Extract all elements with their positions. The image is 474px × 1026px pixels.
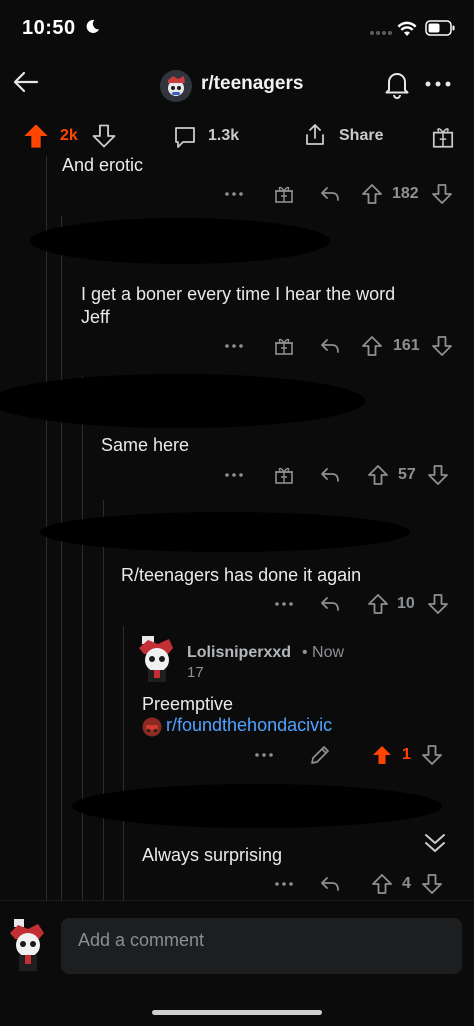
more-options-icon[interactable] <box>272 872 296 896</box>
header: r/teenagers <box>0 56 474 112</box>
comment-score: 10 <box>397 595 415 612</box>
thread-line <box>123 626 124 900</box>
comment-text: Same here <box>101 435 190 455</box>
redacted-user-header <box>40 512 410 552</box>
post-comment-count[interactable]: 1.3k <box>208 127 239 145</box>
comment-text-line-2: Jeff <box>81 307 110 327</box>
user-flair: 17 <box>187 664 204 681</box>
more-options-icon[interactable] <box>425 80 451 88</box>
award-gift-icon[interactable] <box>272 463 296 487</box>
comment-text: Always surprising <box>142 845 283 865</box>
thread-line <box>61 216 62 900</box>
subreddit-title[interactable]: r/teenagers <box>201 73 303 95</box>
reply-icon[interactable] <box>318 592 342 616</box>
comment-timestamp: • Now <box>302 644 345 661</box>
comment-username[interactable]: Lolisniperxxd <box>187 644 291 662</box>
battery-icon <box>425 20 455 36</box>
status-bar: 10:50 <box>0 0 474 56</box>
wifi-icon <box>397 21 417 36</box>
upvote-filled-icon[interactable] <box>370 743 394 767</box>
comment-text: And erotic <box>62 156 144 175</box>
edit-pencil-icon[interactable] <box>308 743 332 767</box>
cellular-signal-icon <box>370 31 392 35</box>
comment-text-line-1: I get a boner every time I hear the word <box>81 284 396 304</box>
upvote-icon[interactable] <box>370 872 394 896</box>
award-gift-icon[interactable] <box>272 334 296 358</box>
bell-icon[interactable] <box>381 68 413 100</box>
comment-composer: Add a comment <box>0 900 474 990</box>
upvote-icon[interactable] <box>366 463 390 487</box>
post-action-bar: 2k 1.3k Share <box>0 116 474 156</box>
more-options-icon[interactable] <box>222 182 246 206</box>
reply-icon[interactable] <box>318 463 342 487</box>
collapse-thread-icon[interactable] <box>420 828 450 858</box>
more-options-icon[interactable] <box>252 743 276 767</box>
comment-bubble-icon[interactable] <box>172 124 198 150</box>
subreddit-link[interactable]: r/foundthehondacivic <box>166 715 332 736</box>
my-avatar <box>10 919 44 971</box>
upvote-icon[interactable] <box>360 182 384 206</box>
award-gift-icon[interactable] <box>272 182 296 206</box>
post-vote-count: 2k <box>60 127 78 144</box>
comment-thread: And erotic 182 I get a boner every time … <box>0 156 474 900</box>
thread-line <box>103 500 104 900</box>
share-icon[interactable] <box>302 122 328 148</box>
upvote-filled-icon[interactable] <box>22 122 50 150</box>
reply-icon[interactable] <box>318 872 342 896</box>
home-indicator[interactable] <box>152 1010 322 1015</box>
award-gift-icon[interactable] <box>430 124 456 150</box>
comment-text: Preemptive <box>142 694 234 714</box>
downvote-icon[interactable] <box>426 463 450 487</box>
share-button[interactable]: Share <box>339 127 383 145</box>
back-arrow-icon[interactable] <box>10 66 42 98</box>
comment-score: 57 <box>398 466 416 483</box>
thread-line <box>82 376 83 900</box>
more-options-icon[interactable] <box>272 592 296 616</box>
upvote-icon[interactable] <box>360 334 384 358</box>
downvote-icon[interactable] <box>426 592 450 616</box>
more-options-icon[interactable] <box>222 334 246 358</box>
comment-text: R/teenagers has done it again <box>121 565 362 585</box>
downvote-icon[interactable] <box>420 743 444 767</box>
comment-score: 1 <box>402 746 411 763</box>
comment-score: 182 <box>392 185 419 202</box>
reply-icon[interactable] <box>318 182 342 206</box>
reply-icon[interactable] <box>318 334 342 358</box>
comment-score: 4 <box>402 875 411 892</box>
downvote-icon[interactable] <box>430 182 454 206</box>
redacted-user-header <box>30 218 330 264</box>
add-comment-placeholder: Add a comment <box>78 930 205 950</box>
more-options-icon[interactable] <box>222 463 246 487</box>
add-comment-input[interactable]: Add a comment <box>61 918 462 974</box>
downvote-icon[interactable] <box>430 334 454 358</box>
redacted-user-header <box>72 784 442 828</box>
subreddit-avatar-image <box>160 70 192 102</box>
downvote-icon[interactable] <box>90 122 118 150</box>
redacted-user-header <box>0 374 365 428</box>
status-time: 10:50 <box>22 17 76 39</box>
upvote-icon[interactable] <box>366 592 390 616</box>
user-avatar[interactable] <box>136 634 178 684</box>
subreddit-link-icon <box>142 717 162 737</box>
moon-icon <box>86 19 100 33</box>
comment-score: 161 <box>393 337 420 354</box>
downvote-icon[interactable] <box>420 872 444 896</box>
subreddit-avatar[interactable] <box>160 70 192 102</box>
